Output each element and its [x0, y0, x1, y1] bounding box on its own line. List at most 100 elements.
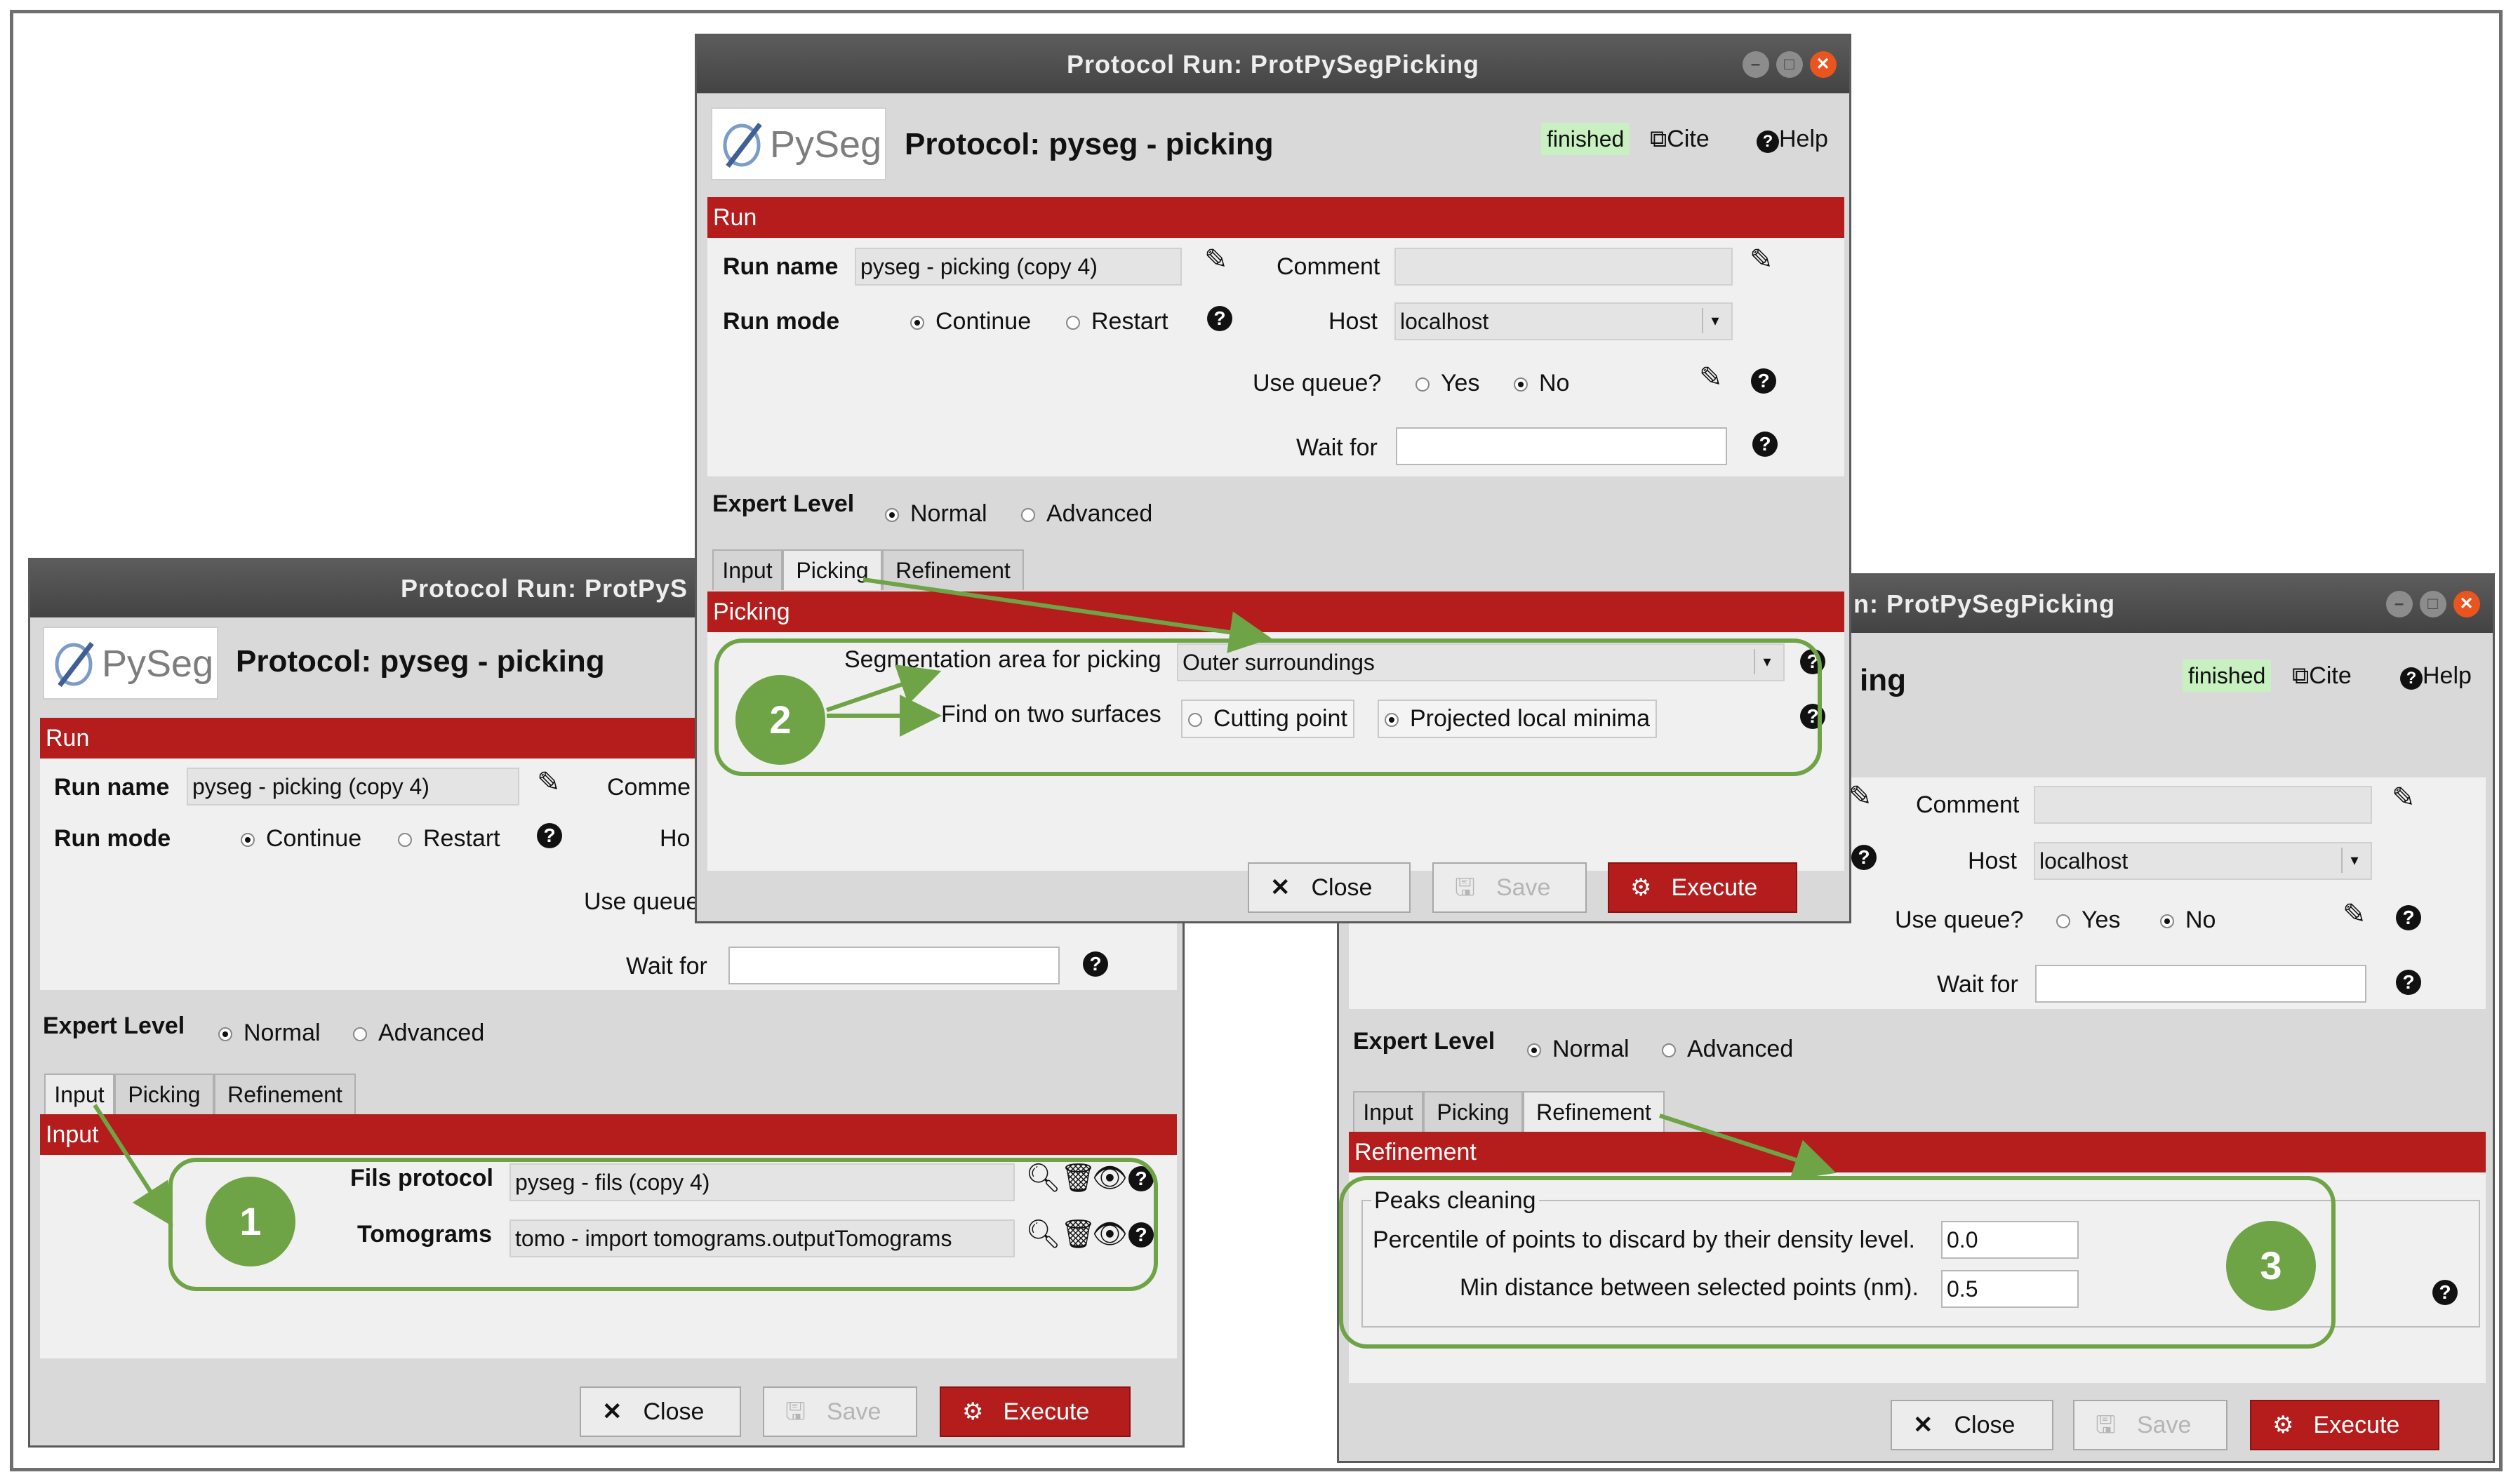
yes-radio-dot[interactable] [2056, 914, 2070, 929]
close-button[interactable]: ✕ Close [580, 1386, 741, 1437]
no-radio-dot[interactable] [1514, 377, 1528, 392]
pencil-icon[interactable]: ✎ [1848, 780, 1872, 813]
normal-radio-dot[interactable] [1527, 1043, 1541, 1058]
close-window-icon[interactable]: ✕ [2453, 591, 2480, 617]
continue-radio-dot[interactable] [910, 316, 924, 330]
normal-radio-dot[interactable] [885, 508, 899, 523]
normal-radio[interactable]: Normal [218, 1020, 321, 1047]
no-radio[interactable]: No [1514, 370, 1569, 397]
picking-section-header: Picking [707, 591, 1844, 632]
execute-button[interactable]: ⚙︎ Execute [940, 1386, 1131, 1437]
advanced-radio[interactable]: Advanced [1021, 500, 1152, 528]
pencil-icon[interactable]: ✎ [1750, 243, 1773, 276]
tab-picking[interactable]: Picking [114, 1074, 214, 1114]
no-radio[interactable]: No [2160, 907, 2216, 934]
yes-radio-dot[interactable] [1415, 377, 1430, 392]
save-button[interactable]: 🖫︎ Save [763, 1386, 917, 1437]
run-name-field[interactable]: pyseg - picking (copy 4) [187, 768, 519, 805]
wait-for-field[interactable] [2035, 965, 2366, 1003]
minimize-icon[interactable]: – [2386, 591, 2413, 617]
tab-picking[interactable]: Picking [782, 549, 882, 590]
restart-radio-dot[interactable] [1066, 316, 1080, 330]
advanced-radio[interactable]: Advanced [353, 1020, 484, 1047]
restart-radio[interactable]: Restart [1066, 308, 1168, 335]
normal-label: Normal [910, 500, 987, 527]
minimize-icon[interactable]: – [1743, 51, 1769, 78]
tab-input[interactable]: Input [712, 549, 782, 590]
host-label: Ho [660, 825, 691, 852]
save-button[interactable]: 🖫︎ Save [2073, 1400, 2227, 1450]
maximize-icon[interactable]: □ [1776, 51, 1803, 78]
restart-radio[interactable]: Restart [398, 825, 500, 853]
use-queue-label: Use queue? [1253, 370, 1382, 396]
restart-radio-dot[interactable] [398, 833, 412, 848]
yes-radio[interactable]: Yes [1415, 370, 1479, 397]
execute-button[interactable]: ⚙︎ Execute [1608, 862, 1797, 913]
host-select[interactable]: localhost ▾ [1394, 302, 1733, 340]
help-icon[interactable]: ? [1207, 306, 1232, 331]
chevron-down-icon[interactable]: ▾ [1702, 308, 1727, 333]
normal-radio[interactable]: Normal [885, 500, 987, 528]
advanced-radio-dot[interactable] [1021, 508, 1035, 523]
pencil-icon[interactable]: ✎ [2343, 898, 2366, 930]
help-link[interactable]: ? Help [1757, 126, 1828, 153]
execute-button[interactable]: ⚙︎ Execute [2250, 1400, 2439, 1450]
tab-refinement[interactable]: Refinement [1523, 1091, 1665, 1132]
pencil-icon[interactable]: ✎ [537, 766, 561, 798]
pencil-icon[interactable]: ✎ [1699, 361, 1723, 394]
close-window-icon[interactable]: ✕ [1810, 51, 1837, 78]
help-link[interactable]: ? Help [2400, 662, 2472, 690]
main-window-titlebar[interactable]: Protocol Run: ProtPySegPicking – □ ✕ [697, 36, 1849, 93]
close-button[interactable]: ✕ Close [1891, 1400, 2053, 1450]
cite-link[interactable]: ⧉Cite [1650, 126, 1710, 153]
chevron-down-icon[interactable]: ▾ [2341, 848, 2366, 873]
tab-refinement[interactable]: Refinement [882, 549, 1024, 590]
pencil-icon[interactable]: ✎ [2392, 782, 2416, 814]
maximize-icon[interactable]: □ [2420, 591, 2446, 617]
advanced-radio-dot[interactable] [353, 1027, 367, 1042]
status-badge: finished [2183, 660, 2272, 692]
close-x-icon: ✕ [602, 1398, 622, 1425]
continue-radio-dot[interactable] [241, 833, 255, 848]
help-icon[interactable]: ? [1751, 368, 1776, 394]
help-label: Help [1779, 126, 1828, 152]
normal-radio[interactable]: Normal [1527, 1036, 1630, 1063]
pencil-icon[interactable]: ✎ [1204, 243, 1228, 276]
tab-refinement[interactable]: Refinement [214, 1074, 356, 1114]
comment-field[interactable] [1394, 248, 1733, 286]
gears-icon: ⚙︎ [2272, 1412, 2294, 1438]
help-icon[interactable]: ? [1851, 845, 1877, 870]
close-button[interactable]: ✕ Close [1248, 862, 1411, 913]
advanced-radio[interactable]: Advanced [1662, 1036, 1793, 1063]
help-icon[interactable]: ? [2396, 905, 2421, 930]
tab-input[interactable]: Input [1353, 1091, 1423, 1132]
tab-input[interactable]: Input [44, 1074, 114, 1114]
help-icon[interactable]: ? [537, 823, 562, 848]
continue-radio[interactable]: Continue [910, 308, 1031, 335]
wait-for-field[interactable] [728, 947, 1060, 984]
advanced-label: Advanced [1687, 1036, 1794, 1062]
no-radio-dot[interactable] [2160, 914, 2174, 929]
help-icon[interactable]: ? [1083, 951, 1108, 977]
wait-for-field[interactable] [1396, 427, 1727, 465]
run-name-field[interactable]: pyseg - picking (copy 4) [855, 248, 1182, 286]
advanced-radio-dot[interactable] [1662, 1043, 1676, 1058]
help-icon[interactable]: ? [1752, 432, 1778, 457]
gears-icon: ⚙︎ [1630, 874, 1652, 901]
execute-label: Execute [1671, 874, 1758, 901]
cite-link[interactable]: ⧉Cite [2292, 662, 2352, 690]
use-queue-label: Use queue [584, 888, 700, 915]
use-queue-label: Use queue? [1895, 907, 2024, 933]
tab-picking[interactable]: Picking [1423, 1091, 1523, 1132]
comment-field[interactable] [2034, 786, 2372, 824]
restart-label: Restart [423, 825, 500, 852]
continue-radio[interactable]: Continue [241, 825, 361, 853]
help-icon[interactable]: ? [2432, 1280, 2458, 1305]
yes-radio[interactable]: Yes [2056, 907, 2120, 934]
normal-radio-dot[interactable] [218, 1027, 232, 1042]
pyseg-logo-icon [723, 122, 762, 168]
host-select[interactable]: localhost ▾ [2034, 842, 2372, 880]
help-icon[interactable]: ? [2396, 970, 2421, 995]
save-button[interactable]: 🖫︎ Save [1432, 862, 1587, 913]
help-icon: ? [2400, 667, 2423, 690]
